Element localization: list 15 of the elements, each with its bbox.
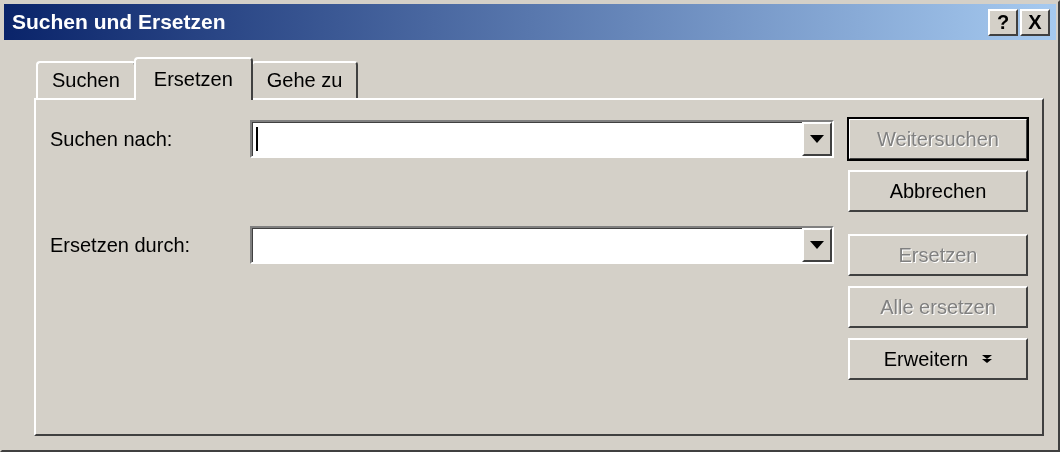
field-label: Suchen nach: (50, 127, 174, 151)
combo-box[interactable] (250, 226, 834, 264)
field-label: Ersetzen durch: (50, 233, 192, 257)
dropdown-arrow-icon (810, 135, 824, 143)
tab[interactable]: Suchen (36, 61, 136, 98)
tab[interactable]: Ersetzen (133, 57, 253, 100)
title-bar-button[interactable]: ? (988, 8, 1018, 36)
expand-button[interactable]: Erweitern (848, 338, 1028, 380)
dropdown-arrow-icon (810, 241, 824, 249)
window-title: Suchen und Ersetzen (12, 10, 226, 34)
dialog-button[interactable]: Abbrechen (848, 170, 1028, 212)
title-bar-button[interactable]: X (1020, 8, 1050, 36)
combo-box[interactable] (250, 120, 834, 158)
double-arrow-down-icon (982, 354, 993, 364)
tab[interactable]: Gehe zu (250, 61, 359, 98)
